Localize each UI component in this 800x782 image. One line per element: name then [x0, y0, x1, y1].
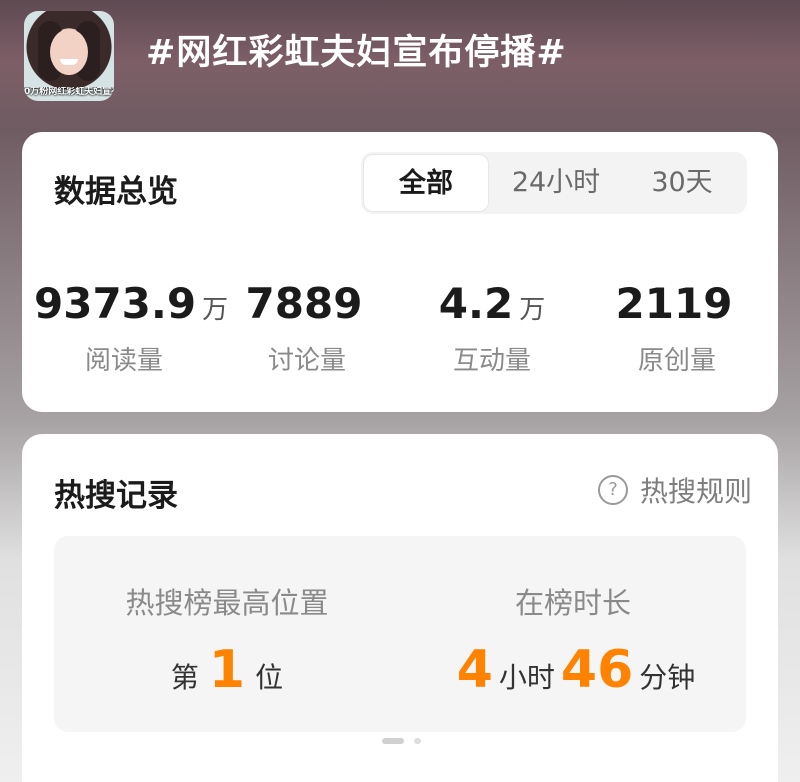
duration-minutes: 46	[560, 640, 634, 700]
question-circle-icon: ?	[597, 475, 628, 505]
minutes-unit: 分钟	[639, 661, 696, 694]
hot-search-title: 热搜记录	[54, 478, 178, 514]
highest-position-label: 热搜榜最高位置	[125, 586, 329, 620]
stat-label: 阅读量	[84, 346, 163, 376]
tab-30d[interactable]: 30天	[623, 152, 741, 214]
hot-search-rules-link[interactable]: ? 热搜规则	[597, 470, 752, 510]
time-range-tabs: 全部 24小时 30天	[361, 152, 747, 214]
stat-unit: 万	[519, 295, 546, 325]
duration-label: 在榜时长	[514, 586, 631, 620]
position-prefix: 第	[170, 661, 199, 694]
tab-24h[interactable]: 24小时	[496, 152, 616, 214]
highest-position: 热搜榜最高位置 第1位	[54, 536, 400, 700]
thumbnail-caption: 0万粉网红彩虹夫妇宣布停	[24, 87, 114, 97]
stat-label: 互动量	[452, 346, 531, 376]
topic-title: #网红彩虹夫妇宣布停播#	[146, 33, 567, 73]
position-value: 1	[208, 640, 246, 700]
rules-label: 热搜规则	[639, 475, 752, 508]
stat-originals: 2119 原创量	[587, 280, 767, 377]
page-dot	[414, 738, 421, 744]
stat-value: 4.2	[438, 279, 514, 328]
duration-on-list: 在榜时长 4 小时 46 分钟	[400, 536, 746, 700]
hot-search-panel: 热搜榜最高位置 第1位 在榜时长 4 小时 46 分钟	[54, 536, 746, 732]
stat-label: 讨论量	[267, 346, 346, 376]
duration-hours: 4	[456, 640, 493, 700]
page-indicator	[382, 736, 442, 746]
stats-row: 9373.9 万 阅读量 7889 讨论量 4.2 万 互动量 2119 原创量	[22, 280, 778, 377]
stat-interactions: 4.2 万 互动量	[402, 280, 582, 377]
stat-value: 2119	[615, 279, 733, 328]
tab-all[interactable]: 全部	[363, 154, 489, 212]
hot-search-card: 热搜记录 ? 热搜规则 热搜榜最高位置 第1位 在榜时长 4 小时 46 分钟	[22, 434, 778, 782]
stat-reads: 9373.9 万 阅读量	[34, 279, 228, 377]
hours-unit: 小时	[498, 661, 555, 694]
overview-title: 数据总览	[54, 174, 178, 210]
stat-value: 9373.9	[34, 279, 197, 328]
topic-thumbnail[interactable]: 0万粉网红彩虹夫妇宣布停	[24, 11, 114, 101]
topic-header: 0万粉网红彩虹夫妇宣布停 #网红彩虹夫妇宣布停播#	[0, 0, 800, 130]
page-dot-active	[382, 738, 404, 744]
position-suffix: 位	[255, 661, 284, 694]
stat-discussions: 7889 讨论量	[217, 280, 397, 377]
overview-card: 数据总览 全部 24小时 30天 9373.9 万 阅读量 7889 讨论量 4.…	[22, 132, 778, 412]
stat-value: 7889	[245, 279, 363, 328]
stat-label: 原创量	[637, 346, 716, 376]
